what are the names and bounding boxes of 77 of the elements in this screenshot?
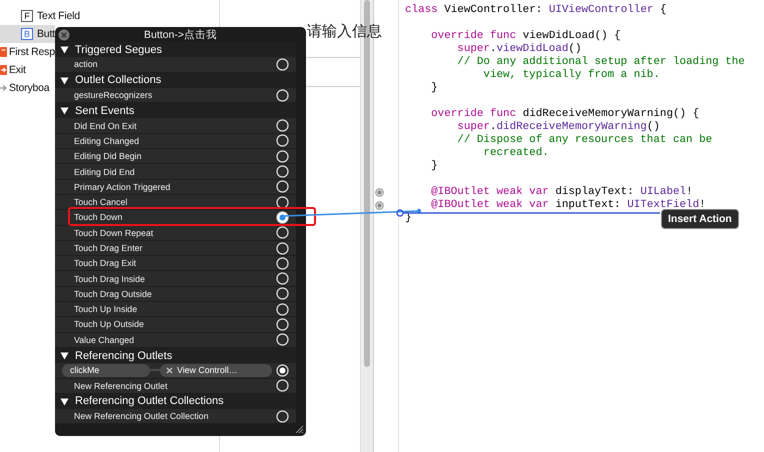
tooltip: Insert Action <box>661 209 739 229</box>
code-line: super.didReceiveMemoryWarning() <box>457 121 661 134</box>
connection-circle-icon[interactable] <box>276 379 289 392</box>
event-label: action <box>74 59 98 70</box>
connection-circle-icon[interactable] <box>276 410 289 423</box>
event-label: Touch Drag Enter <box>74 243 144 253</box>
connection-circle-icon[interactable] <box>276 165 289 178</box>
connection-circle-icon[interactable] <box>276 256 289 270</box>
section-header[interactable]: Triggered Segues <box>55 42 296 58</box>
code-line: class ViewController: UIViewController { <box>405 4 668 17</box>
connection-circle-icon[interactable] <box>276 150 289 163</box>
event-label: Primary Action Triggered <box>74 182 172 192</box>
code-line: // Do any additional setup after loading the view, typically from a nib. <box>457 56 746 82</box>
remove-icon[interactable] <box>166 366 173 374</box>
event-label: New Referencing Outlet <box>74 380 168 391</box>
event-label: Editing Did Begin <box>74 151 142 162</box>
event-label: Editing Did End <box>74 166 136 177</box>
event-label: Touch Drag Exit <box>74 258 138 268</box>
event-label: Touch Cancel <box>74 197 128 208</box>
dialog-title: Button->点击我 <box>144 28 217 42</box>
arrow-icon <box>0 82 7 94</box>
code-line: override func didReceiveMemoryWarning() { <box>431 108 700 121</box>
connection-circle-icon[interactable] <box>276 287 289 300</box>
disclosure-icon[interactable] <box>60 106 69 116</box>
outline-item[interactable]: Exit <box>0 61 55 79</box>
event-label: Editing Changed <box>74 136 140 146</box>
event-label: Touch Down <box>74 212 124 222</box>
code-line: @IBOutlet weak var displayText: UILabel! <box>431 186 694 199</box>
disclosure-icon[interactable] <box>60 351 69 360</box>
connection-circle-icon[interactable] <box>276 302 289 316</box>
disclosure-icon[interactable] <box>60 45 69 54</box>
section-header[interactable]: Outlet Collections <box>55 72 296 88</box>
connection-circle-icon[interactable] <box>276 364 289 377</box>
connection-circle-icon[interactable] <box>276 180 289 194</box>
code-line: // Dispose of any resources that can be recreated. <box>457 134 714 160</box>
connection-circle-icon[interactable] <box>276 318 289 331</box>
code-line: } <box>431 160 439 173</box>
event-label: Value Changed <box>74 334 135 345</box>
code-line: super.viewDidLoad() <box>457 43 582 56</box>
connection-circle-icon[interactable] <box>276 210 289 224</box>
connection-circle-icon[interactable] <box>276 242 289 254</box>
connection-circle-icon[interactable] <box>276 226 289 240</box>
connection-circle-icon[interactable] <box>276 333 289 346</box>
outline-item[interactable]: F Text Field <box>0 7 100 25</box>
section-header[interactable]: Sent Events <box>55 103 296 118</box>
letter-icon: F <box>21 10 33 22</box>
event-label: Touch Drag Inside <box>74 274 146 284</box>
connection-circle-icon[interactable] <box>276 58 289 71</box>
canvas-text: 请输入信息 <box>307 22 382 41</box>
code-line: } <box>431 82 439 95</box>
letter-icon: B <box>21 28 33 40</box>
code-line: @IBOutlet weak var inputText: UITextField! <box>431 199 707 212</box>
section-header[interactable]: Referencing Outlets <box>55 348 296 364</box>
outline-item[interactable]: B Butt <box>0 25 55 43</box>
section-header[interactable]: Referencing Outlet Collections <box>55 394 296 410</box>
connection-circle-icon[interactable] <box>276 119 289 132</box>
outlet-name-pill: clickMe <box>62 364 150 377</box>
disclosure-icon[interactable] <box>60 76 69 85</box>
code-line: override func viewDidLoad() { <box>431 30 622 43</box>
connection-circle-icon[interactable] <box>276 196 289 209</box>
resize-grip-icon[interactable] <box>294 424 304 434</box>
outline-item[interactable]: Storyboa <box>0 79 55 97</box>
outline-item[interactable]: First Resp <box>0 43 55 61</box>
event-label: New Referencing Outlet Collection <box>74 411 210 422</box>
event-label: Did End On Exit <box>74 120 138 131</box>
outlet-target-pill[interactable]: View Controll… <box>160 364 272 377</box>
event-label: Touch Up Inside <box>74 304 138 314</box>
event-label: Touch Drag Outside <box>74 288 153 299</box>
event-label: Touch Up Outside <box>74 319 145 330</box>
connection-circle-icon[interactable] <box>276 272 289 286</box>
close-icon[interactable] <box>58 29 70 41</box>
disclosure-icon[interactable] <box>60 396 69 406</box>
connection-circle-icon[interactable] <box>276 134 289 148</box>
cube-icon <box>0 46 7 58</box>
event-label: Touch Down Repeat <box>74 228 154 238</box>
connection-circle-icon[interactable] <box>276 88 289 102</box>
event-label: gestureRecognizers <box>74 90 154 100</box>
